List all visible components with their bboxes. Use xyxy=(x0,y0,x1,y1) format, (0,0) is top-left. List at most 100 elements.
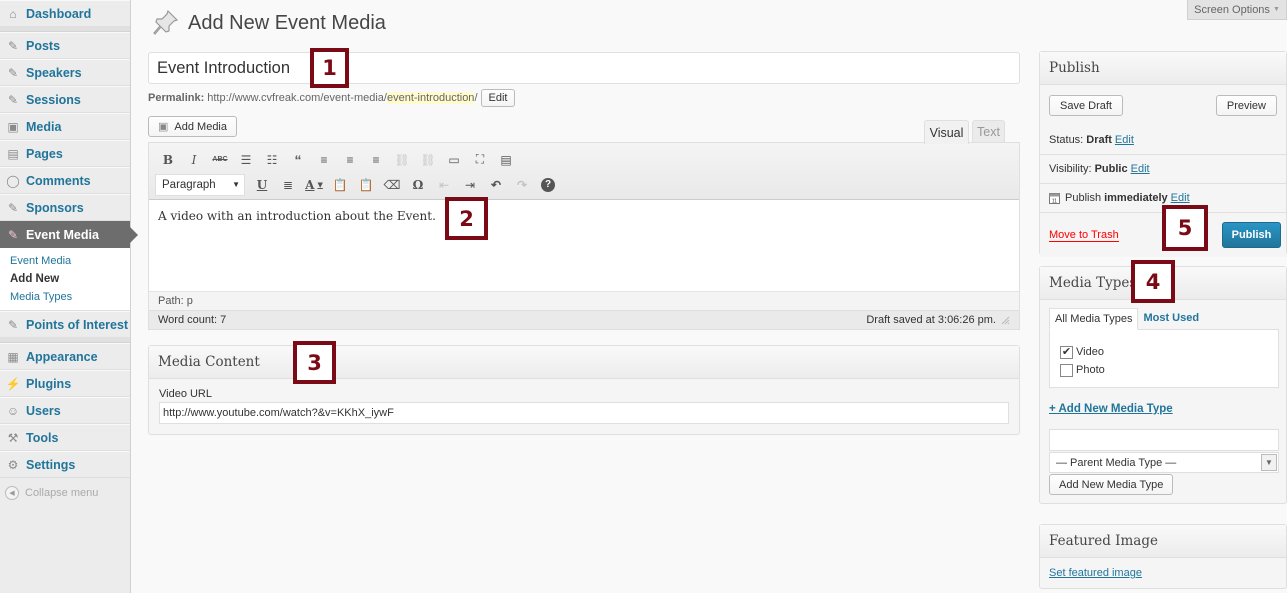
permalink-slug[interactable]: event-introduction xyxy=(386,92,475,104)
svg-text:11: 11 xyxy=(1052,199,1057,205)
appearance-icon: ▦ xyxy=(7,349,19,364)
align-left-icon[interactable]: ≡ xyxy=(311,149,337,171)
media-content-title[interactable]: Media Content xyxy=(149,346,1019,379)
featured-image-title[interactable]: Featured Image xyxy=(1040,525,1286,558)
video-url-input[interactable] xyxy=(159,402,1009,424)
set-featured-image-link[interactable]: Set featured image xyxy=(1049,567,1142,579)
strikethrough-icon[interactable]: ABC xyxy=(207,149,233,171)
menu-speakers[interactable]: ✎ Speakers xyxy=(0,59,130,86)
submenu-add-new[interactable]: Add New xyxy=(0,270,130,288)
menu-plugins[interactable]: ⚡ Plugins xyxy=(0,370,130,397)
menu-dashboard[interactable]: ⌂ Dashboard xyxy=(0,0,130,27)
dashboard-icon: ⌂ xyxy=(9,6,17,21)
align-right-icon[interactable]: ≡ xyxy=(363,149,389,171)
tab-text[interactable]: Text xyxy=(972,120,1005,143)
featured-image-box: Featured Image Set featured image xyxy=(1039,524,1287,589)
resize-handle-icon[interactable] xyxy=(1000,315,1010,325)
menu-pages[interactable]: ▤ Pages xyxy=(0,140,130,167)
annotation-marker-1: 1 xyxy=(310,48,349,88)
edit-schedule-link[interactable]: Edit xyxy=(1171,192,1190,204)
pin-icon: ✎ xyxy=(7,65,19,80)
menu-event-media[interactable]: ✎ Event Media xyxy=(0,221,138,248)
menu-media[interactable]: ▣ Media xyxy=(0,113,130,140)
new-media-type-input[interactable] xyxy=(1049,429,1279,451)
video-url-label: Video URL xyxy=(159,388,212,400)
add-new-media-type-link[interactable]: + Add New Media Type xyxy=(1049,403,1277,415)
text-color-icon[interactable]: A ▼ xyxy=(301,174,327,196)
menu-settings[interactable]: ⚙ Settings xyxy=(0,451,130,478)
menu-comments[interactable]: ◯ Comments xyxy=(0,167,130,194)
save-draft-button[interactable]: Save Draft xyxy=(1049,95,1123,116)
permalink-edit-button[interactable]: Edit xyxy=(480,89,516,107)
publish-box-title[interactable]: Publish xyxy=(1040,52,1286,85)
fullscreen-icon[interactable]: ⛶ xyxy=(467,149,493,171)
parent-media-type-select[interactable]: — Parent Media Type — ▼ xyxy=(1049,452,1279,473)
content-editor: B I ABC ☰ ☷ “ ≡ ≡ ≡ ⛓ ⛓ ▭ ⛶ ▤ Paragraph … xyxy=(148,142,1020,330)
pin-icon: ✎ xyxy=(7,92,19,107)
add-new-media-type-button[interactable]: Add New Media Type xyxy=(1049,474,1174,495)
collapse-arrow-icon: ◀ xyxy=(5,486,19,500)
menu-tools[interactable]: ⚒ Tools xyxy=(0,424,130,451)
special-character-icon[interactable]: Ω xyxy=(405,174,431,196)
outdent-icon[interactable]: ⇤ xyxy=(431,174,457,196)
numbered-list-icon[interactable]: ☷ xyxy=(259,149,285,171)
menu-sessions[interactable]: ✎ Sessions xyxy=(0,86,130,113)
editor-toolbar: B I ABC ☰ ☷ “ ≡ ≡ ≡ ⛓ ⛓ ▭ ⛶ ▤ Paragraph … xyxy=(149,143,1019,200)
paste-text-icon[interactable]: 📋 xyxy=(327,174,353,196)
move-to-trash-link[interactable]: Move to Trash xyxy=(1049,229,1119,242)
menu-points-of-interest[interactable]: ✎ Points of Interest xyxy=(0,311,130,338)
editor-content-area[interactable]: A video with an introduction about the E… xyxy=(149,200,1019,291)
italic-icon[interactable]: I xyxy=(181,149,207,171)
more-tag-icon[interactable]: ▭ xyxy=(441,149,467,171)
paste-word-icon[interactable]: 📋 xyxy=(353,174,379,196)
menu-users[interactable]: ☺ Users xyxy=(0,397,130,424)
page-title: Add New Event Media xyxy=(150,8,386,38)
edit-status-link[interactable]: Edit xyxy=(1115,134,1134,146)
align-center-icon[interactable]: ≡ xyxy=(337,149,363,171)
checkbox-unchecked[interactable] xyxy=(1060,363,1073,377)
redo-icon[interactable]: ↷ xyxy=(509,174,535,196)
media-content-box: Media Content Video URL xyxy=(148,345,1020,435)
edit-visibility-link[interactable]: Edit xyxy=(1131,163,1150,175)
indent-icon[interactable]: ⇥ xyxy=(457,174,483,196)
users-icon: ☺ xyxy=(6,403,20,418)
undo-icon[interactable]: ↶ xyxy=(483,174,509,196)
blockquote-icon[interactable]: “ xyxy=(285,149,311,171)
draft-saved-status: Draft saved at 3:06:26 pm. xyxy=(866,314,996,326)
collapse-menu-button[interactable]: ◀ Collapse menu xyxy=(0,478,130,508)
media-icon: ▣ xyxy=(158,121,169,133)
editor-path: Path: p xyxy=(149,291,1019,310)
submenu-media-types[interactable]: Media Types xyxy=(0,288,130,306)
plugin-icon: ⚡ xyxy=(5,376,21,391)
submenu-event-media[interactable]: Event Media xyxy=(0,252,130,270)
editor-status-bar: Word count: 7 Draft saved at 3:06:26 pm. xyxy=(149,310,1019,329)
settings-icon: ⚙ xyxy=(7,457,19,472)
link-icon[interactable]: ⛓ xyxy=(389,149,415,171)
pin-icon: ✎ xyxy=(7,227,19,242)
media-type-option-photo[interactable]: Photo xyxy=(1060,361,1278,379)
publish-button[interactable]: Publish xyxy=(1222,222,1281,248)
screen-options-button[interactable]: Screen Options ▼ xyxy=(1187,0,1287,20)
pin-icon: ✎ xyxy=(7,38,19,53)
menu-appearance[interactable]: ▦ Appearance xyxy=(0,343,130,370)
unlink-icon[interactable]: ⛓ xyxy=(415,149,441,171)
justify-icon[interactable]: ≣ xyxy=(275,174,301,196)
menu-sponsors[interactable]: ✎ Sponsors xyxy=(0,194,130,221)
checkbox-checked[interactable]: ✔ xyxy=(1060,345,1073,359)
tab-most-used[interactable]: Most Used xyxy=(1138,308,1204,330)
post-title-input[interactable] xyxy=(148,52,1020,84)
clear-formatting-icon[interactable]: ⌫ xyxy=(379,174,405,196)
menu-posts[interactable]: ✎ Posts xyxy=(0,32,130,59)
tab-all-media-types[interactable]: All Media Types xyxy=(1049,308,1139,330)
bold-icon[interactable]: B xyxy=(155,149,181,171)
help-icon[interactable]: ? xyxy=(535,174,561,196)
bullet-list-icon[interactable]: ☰ xyxy=(233,149,259,171)
kitchen-sink-icon[interactable]: ▤ xyxy=(493,149,519,171)
media-type-option-video[interactable]: ✔ Video xyxy=(1060,343,1278,361)
preview-button[interactable]: Preview xyxy=(1215,95,1277,116)
add-media-button[interactable]: ▣ Add Media xyxy=(148,116,237,137)
permalink: Permalink: http://www.cvfreak.com/event-… xyxy=(148,89,516,107)
tab-visual[interactable]: Visual xyxy=(924,120,969,144)
format-select[interactable]: Paragraph ▼ xyxy=(155,173,245,196)
underline-icon[interactable]: U xyxy=(249,174,275,196)
